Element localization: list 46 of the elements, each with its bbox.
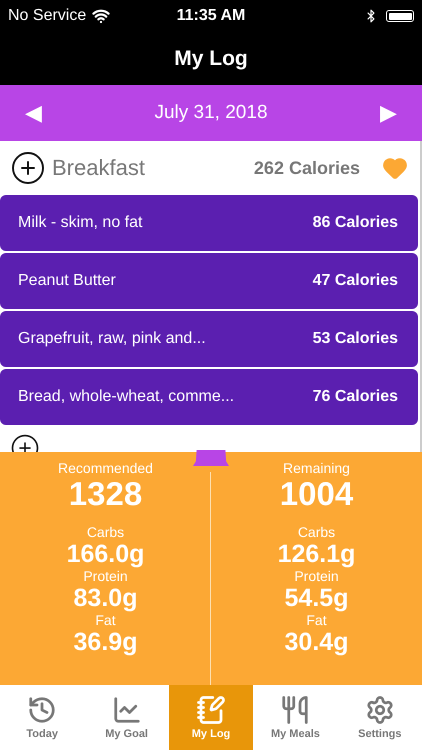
food-name: Milk - skim, no fat [18,214,142,232]
food-row[interactable]: Bread, whole-wheat, comme... 76 Calories [0,369,418,425]
calorie-total: 1328 [68,476,142,512]
food-row[interactable]: Grapefruit, raw, pink and... 53 Calories [0,311,418,367]
food-calories: 53 Calories [312,330,398,348]
nutrient-label: Protein [294,568,339,584]
drawer-handle[interactable] [193,450,229,466]
calorie-total: 1004 [280,476,354,512]
line-chart-icon [112,695,142,725]
fork-knife-icon [280,695,310,725]
battery-icon [386,10,414,22]
nutrient-label: Fat [306,612,327,628]
food-name: Peanut Butter [18,272,116,290]
nutrient-value: 83.0g [74,584,138,612]
nutrient-value: 166.0g [66,540,144,568]
previous-day-button[interactable]: ◀ [25,100,42,126]
add-icon[interactable] [10,150,46,186]
carrier-text: No Service [8,7,86,25]
meal-calories: 262 Calories [254,158,360,178]
settings-icon [364,695,395,725]
next-day-button[interactable]: ▶ [380,100,397,126]
column-heading: Recommended [58,460,153,476]
food-calories: 86 Calories [312,214,398,232]
food-name: Bread, whole-wheat, comme... [18,388,234,406]
screen-title: My Log [174,46,248,70]
food-calories: 76 Calories [312,388,398,406]
nutrient-label: Carbs [298,524,336,540]
nutrient-value: 126.1g [278,540,356,568]
wifi-icon [92,7,110,25]
meal-name: Breakfast [52,155,146,181]
nutrient-value: 54.5g [284,584,348,612]
notebook-pen-icon [196,695,226,725]
food-row[interactable]: Milk - skim, no fat 86 Calories [0,195,418,251]
food-name: Grapefruit, raw, pink and... [18,330,206,348]
food-row[interactable]: Peanut Butter 47 Calories [0,253,418,309]
food-calories: 47 Calories [312,272,398,290]
nutrient-label: Protein [83,568,128,584]
nutrient-value: 36.9g [74,628,138,656]
nutrient-value: 30.4g [284,628,348,656]
nutrient-label: Carbs [86,524,124,540]
column-heading: Remaining [283,460,350,476]
tab-bar-item[interactable]: My Log [168,685,254,750]
nutrient-label: Fat [95,612,116,628]
clock-icon [27,695,58,725]
date-label: July 31, 2018 [154,102,268,124]
clock-time: 11:35 AM [176,7,246,25]
